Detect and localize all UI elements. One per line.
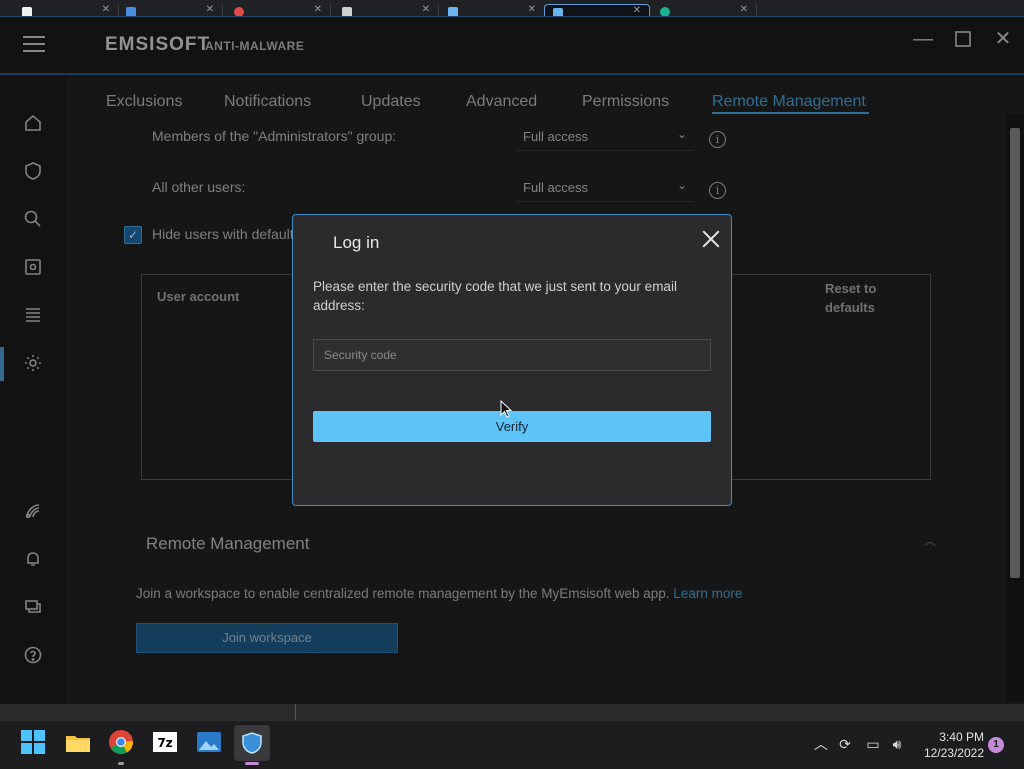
browser-tab[interactable]: ✕ [440,4,545,16]
windows-start-icon[interactable] [20,729,48,757]
verify-button[interactable]: Verify [313,411,711,442]
close-icon[interactable]: ✕ [314,4,322,15]
login-dialog: Log in Please enter the security code th… [292,214,732,506]
browser-tab-active[interactable]: ✕ [544,4,650,16]
browser-tab[interactable]: ✕ [118,4,223,16]
volume-icon[interactable]: 🔊︎ [888,735,906,753]
browser-tab[interactable]: ✕ [226,4,331,16]
page-icon [660,7,670,16]
browser-tab[interactable]: ✕ [334,4,439,16]
chevron-up-icon[interactable]: ︿ [812,735,830,753]
mouse-cursor-icon [500,400,512,418]
chrome-icon[interactable] [108,729,136,757]
sync-icon[interactable]: ⟳ [836,735,854,753]
notification-badge[interactable]: 1 [988,737,1004,753]
file-explorer-icon[interactable] [64,729,92,757]
close-icon[interactable]: ✕ [206,4,214,15]
page-icon [342,7,352,16]
taskbar: 7z ︿ ⟳ ▭ 🔊︎ 3:40 PM 12/23/2022 1 [0,720,1024,769]
date: 12/23/2022 [923,746,984,760]
browser-tab-strip: ✕ ✕ ✕ ✕ ✕ ✕ ✕ [0,0,1024,16]
clock[interactable]: 3:40 PM 12/23/2022 [920,729,984,761]
close-icon[interactable]: ✕ [633,5,641,16]
browser-tab[interactable]: ✕ [652,4,757,16]
background-window-strip [0,704,1024,720]
emsisoft-taskbar-icon[interactable] [234,725,270,761]
page-icon [448,7,458,16]
7zip-icon[interactable]: 7z [152,729,180,757]
page-icon [22,7,32,16]
close-icon[interactable]: ✕ [102,4,110,15]
running-indicator [118,762,124,765]
network-icon[interactable]: ▭ [864,735,882,753]
page-icon [126,7,136,16]
browser-tab[interactable]: ✕ [14,4,119,16]
dialog-message: Please enter the security code that we j… [313,279,677,313]
dialog-title: Log in [333,233,380,252]
close-icon[interactable] [701,229,721,249]
photos-icon[interactable] [196,729,224,757]
time: 3:40 PM [939,730,984,744]
svg-text:7z: 7z [157,736,172,750]
active-app-indicator [245,762,259,765]
page-icon [234,7,244,16]
page-icon [553,8,563,16]
close-icon[interactable]: ✕ [528,4,536,15]
security-code-input[interactable] [313,339,711,371]
close-icon[interactable]: ✕ [422,4,430,15]
close-icon[interactable]: ✕ [740,4,748,15]
